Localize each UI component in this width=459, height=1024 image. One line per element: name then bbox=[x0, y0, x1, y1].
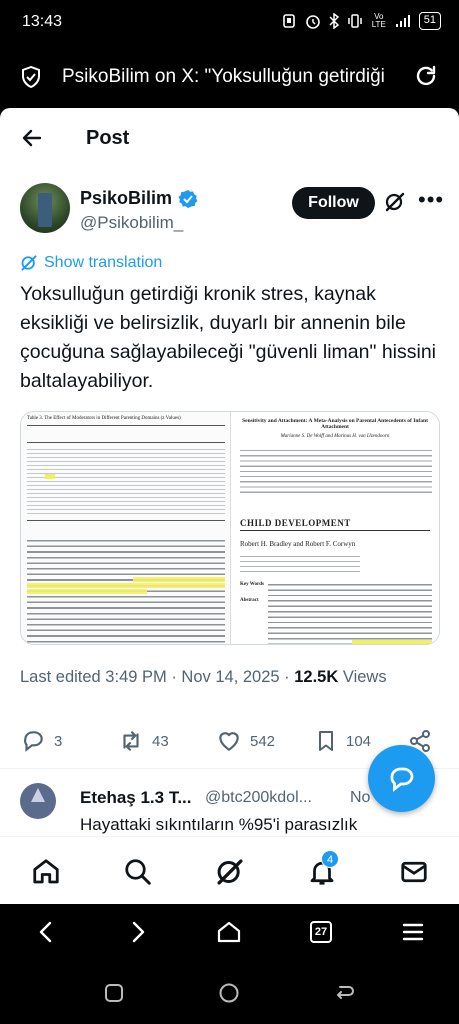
image-affiliation-text bbox=[240, 552, 360, 574]
highlight-mark bbox=[27, 583, 225, 588]
notification-icon bbox=[282, 14, 295, 28]
divider bbox=[27, 425, 225, 426]
browser-tabs-button[interactable]: 27 bbox=[310, 921, 332, 943]
notifications-tab[interactable]: 4 bbox=[307, 850, 339, 887]
browser-back-icon[interactable] bbox=[36, 920, 56, 944]
views-label: Views bbox=[338, 668, 387, 686]
browser-menu-icon[interactable] bbox=[401, 920, 425, 944]
repost-button[interactable]: 43 bbox=[118, 728, 169, 754]
browser-tab-title: PsikoBilim on X: "Yoksulluğun getirdiği bbox=[62, 66, 385, 87]
post-actions: 3 43 542 104 bbox=[20, 728, 440, 758]
back-arrow-icon[interactable] bbox=[20, 126, 44, 150]
bookmark-button[interactable]: 104 bbox=[314, 728, 371, 754]
reply-avatar[interactable] bbox=[20, 783, 56, 819]
bookmark-icon bbox=[319, 731, 333, 751]
notification-badge: 4 bbox=[321, 850, 339, 868]
image-table-heading: Table 3. The Effect of Moderators in Dif… bbox=[27, 416, 181, 421]
grok-tab-icon[interactable] bbox=[215, 857, 245, 887]
divider bbox=[27, 520, 225, 521]
post-header: Post bbox=[0, 108, 459, 170]
view-count: 12.5K bbox=[294, 668, 339, 686]
divider bbox=[240, 530, 430, 531]
divider bbox=[27, 442, 225, 443]
reply-icon bbox=[24, 731, 43, 752]
bookmark-count: 104 bbox=[346, 732, 372, 750]
browser-home-icon[interactable] bbox=[216, 920, 242, 944]
shield-icon[interactable] bbox=[20, 65, 42, 89]
bluetooth-icon bbox=[329, 13, 339, 29]
reply-time: No bbox=[350, 789, 371, 806]
status-icons: Vo LTE 51 bbox=[282, 12, 441, 30]
image-table-body bbox=[27, 446, 225, 516]
home-icon[interactable] bbox=[31, 857, 61, 887]
grok-icon[interactable] bbox=[384, 191, 406, 213]
messages-icon[interactable] bbox=[399, 857, 429, 887]
translate-icon bbox=[21, 255, 37, 271]
verified-badge-icon bbox=[178, 189, 198, 208]
image-abstract-body bbox=[268, 580, 432, 644]
like-button[interactable]: 542 bbox=[216, 728, 275, 754]
author-name-row[interactable]: PsikoBilim bbox=[80, 188, 198, 209]
post-author: PsikoBilim @Psikobilim_ Follow ••• bbox=[20, 183, 443, 243]
image-article-authors-2: Robert H. Bradley and Robert F. Corwyn bbox=[240, 540, 356, 548]
system-navigation bbox=[0, 960, 459, 1024]
chat-bubble-icon bbox=[390, 767, 414, 792]
reply-button[interactable]: 3 bbox=[20, 728, 62, 754]
bottom-tab-bar: 4 bbox=[0, 836, 459, 904]
highlight-mark bbox=[352, 640, 432, 644]
image-abstract-label: Abstract bbox=[240, 598, 259, 603]
reload-icon[interactable] bbox=[413, 63, 439, 89]
network-label: Vo LTE bbox=[371, 12, 386, 29]
post-image[interactable]: Table 3. The Effect of Moderators in Dif… bbox=[20, 411, 440, 645]
image-abstract-text bbox=[240, 446, 432, 496]
image-article-title: Sensitivity and Attachment: A Meta-Analy… bbox=[242, 418, 428, 430]
page-title: Post bbox=[86, 127, 130, 149]
browser-forward-icon[interactable] bbox=[128, 920, 148, 944]
signal-icon bbox=[395, 15, 410, 27]
reply-count: 3 bbox=[54, 732, 63, 750]
reply-author-handle[interactable]: @btc200kdol... bbox=[205, 789, 312, 807]
avatar[interactable] bbox=[20, 183, 70, 233]
post-meta: Last edited 3:49 PM · Nov 14, 2025 · 12.… bbox=[20, 668, 387, 687]
status-bar: 13:43 Vo LTE 51 bbox=[0, 0, 459, 46]
compose-reply-button[interactable] bbox=[368, 745, 435, 812]
author-name[interactable]: PsikoBilim bbox=[80, 188, 172, 209]
home-button-icon[interactable] bbox=[218, 982, 240, 1004]
search-icon[interactable] bbox=[123, 857, 153, 887]
image-key-words: Key Words bbox=[240, 582, 264, 587]
post-page: Post PsikoBilim @Psikobilim_ Follow ••• … bbox=[0, 108, 459, 836]
vibrate-icon bbox=[348, 14, 362, 28]
follow-button[interactable]: Follow bbox=[292, 187, 375, 219]
post-text: Yoksulluğun getirdiği kronik stres, kayn… bbox=[20, 283, 437, 392]
show-translation-link[interactable]: Show translation bbox=[20, 254, 162, 272]
status-time: 13:43 bbox=[22, 13, 63, 30]
repost-count: 43 bbox=[152, 732, 169, 750]
battery-indicator: 51 bbox=[418, 12, 441, 30]
highlight-mark bbox=[133, 577, 225, 582]
highlight-mark bbox=[27, 589, 147, 594]
highlight-mark bbox=[45, 474, 55, 479]
repost-icon bbox=[123, 731, 139, 751]
post-timestamp[interactable]: Last edited 3:49 PM · Nov 14, 2025 · bbox=[20, 668, 294, 686]
show-translation-label[interactable]: Show translation bbox=[44, 254, 162, 272]
browser-navigation: 27 bbox=[0, 904, 459, 960]
author-handle[interactable]: @Psikobilim_ bbox=[80, 213, 183, 233]
browser-toolbar: PsikoBilim on X: "Yoksulluğun getirdiği bbox=[0, 46, 459, 108]
image-article-pages: Sensitivity and Attachment: A Meta-Analy… bbox=[232, 412, 439, 644]
more-options-icon[interactable]: ••• bbox=[418, 187, 444, 213]
alarm-icon bbox=[305, 15, 320, 29]
image-journal-name: CHILD DEVELOPMENT bbox=[240, 518, 351, 528]
image-table-page: Table 3. The Effect of Moderators in Dif… bbox=[21, 412, 231, 644]
heart-icon bbox=[219, 732, 239, 751]
reply-text: Hayattaki sıkıntıların %95'i parasızlık bbox=[80, 815, 358, 834]
like-count: 542 bbox=[250, 732, 276, 750]
system-back-icon[interactable] bbox=[333, 982, 355, 1004]
image-article-authors: Marianne S. De Wolff and Marinus H. van … bbox=[280, 434, 390, 439]
recent-apps-icon[interactable] bbox=[103, 982, 125, 1004]
reply-author-name[interactable]: Etehaş 1.3 T... bbox=[80, 788, 192, 808]
